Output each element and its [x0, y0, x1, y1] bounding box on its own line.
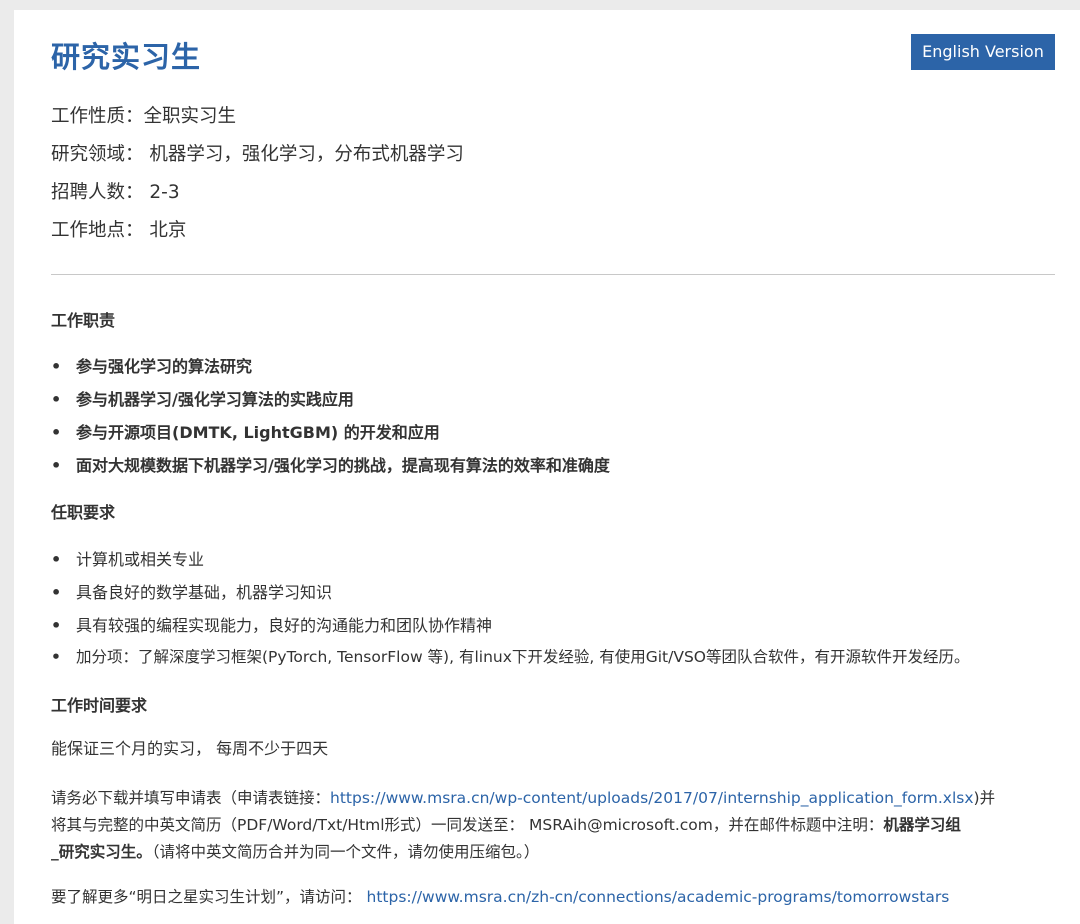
apply-text: 将其与完整的中英文简历（PDF/Word/Txt/Html形式）一同发送至： M… — [51, 816, 884, 834]
tomorrowstars-link[interactable]: https://www.msra.cn/zh-cn/connections/ac… — [367, 888, 950, 906]
responsibility-text: 参与开源项目(DMTK, LightGBM) 的开发和应用 — [76, 423, 440, 442]
more-info-paragraph: 要了解更多“明日之星实习生计划”，请访问： https://www.msra.c… — [51, 884, 949, 911]
english-version-button[interactable]: English Version — [911, 34, 1055, 70]
more-info-text: 要了解更多“明日之星实习生计划”，请访问： — [51, 888, 367, 906]
application-form-link[interactable]: https://www.msra.cn/wp-content/uploads/2… — [330, 789, 974, 807]
requirement-text: 具有较强的编程实现能力，良好的沟通能力和团队协作精神 — [76, 616, 493, 635]
list-item: • 具备良好的数学基础，机器学习知识 — [51, 579, 332, 603]
requirement-text: 具备良好的数学基础，机器学习知识 — [76, 583, 333, 602]
responsibility-text: 面对大规模数据下机器学习/强化学习的挑战，提高现有算法的效率和准确度 — [76, 456, 610, 475]
list-item: • 计算机或相关专业 — [51, 546, 204, 570]
list-item: • 参与强化学习的算法研究 — [51, 353, 252, 377]
schedule-text: 能保证三个月的实习， 每周不少于四天 — [51, 739, 329, 758]
apply-subject-emphasis: _研究实习生。 — [51, 843, 152, 861]
bullet-icon: • — [51, 390, 62, 409]
apply-line-3: _研究实习生。（请将中英文简历合并为同一个文件，请勿使用压缩包。） — [51, 839, 995, 866]
bullet-icon: • — [51, 357, 62, 376]
bullet-icon: • — [51, 423, 62, 442]
bullet-icon: • — [51, 456, 62, 475]
apply-line-1: 请务必下载并填写申请表（申请表链接：https://www.msra.cn/wp… — [51, 785, 995, 812]
divider — [51, 274, 1055, 275]
apply-text: （请将中英文简历合并为同一个文件，请勿使用压缩包。） — [151, 843, 540, 861]
responsibility-text: 参与机器学习/强化学习算法的实践应用 — [76, 390, 354, 409]
apply-subject-emphasis: 机器学习组 — [883, 816, 961, 834]
bullet-icon: • — [51, 583, 62, 602]
schedule-heading: 工作时间要求 — [51, 696, 148, 715]
requirement-text: 加分项：了解深度学习框架(PyTorch, TensorFlow 等), 有li… — [76, 648, 970, 666]
headcount: 招聘人数： 2-3 — [51, 182, 180, 203]
apply-paragraph: 请务必下载并填写申请表（申请表链接：https://www.msra.cn/wp… — [51, 785, 995, 866]
page-title: 研究实习生 — [51, 40, 202, 74]
research-field: 研究领域： 机器学习，强化学习，分布式机器学习 — [51, 144, 464, 165]
list-item: • 加分项：了解深度学习框架(PyTorch, TensorFlow 等), 有l… — [51, 645, 970, 667]
bullet-icon: • — [51, 616, 62, 635]
bullet-icon: • — [51, 550, 62, 569]
list-item: • 具有较强的编程实现能力，良好的沟通能力和团队协作精神 — [51, 612, 492, 636]
requirement-text: 计算机或相关专业 — [76, 550, 205, 569]
requirements-heading: 任职要求 — [51, 503, 116, 522]
list-item: • 参与机器学习/强化学习算法的实践应用 — [51, 386, 354, 410]
list-item: • 面对大规模数据下机器学习/强化学习的挑战，提高现有算法的效率和准确度 — [51, 452, 610, 476]
responsibility-text: 参与强化学习的算法研究 — [76, 357, 253, 376]
apply-text: )并 — [973, 789, 996, 807]
bullet-icon: • — [51, 648, 61, 666]
list-item: • 参与开源项目(DMTK, LightGBM) 的开发和应用 — [51, 419, 440, 443]
apply-text: 请务必下载并填写申请表（申请表链接： — [51, 789, 331, 807]
responsibilities-heading: 工作职责 — [51, 311, 116, 330]
job-posting-card: 研究实习生 English Version 工作性质：全职实习生 研究领域： 机… — [14, 10, 1080, 924]
job-type: 工作性质：全职实习生 — [51, 106, 237, 127]
location: 工作地点： 北京 — [51, 220, 187, 241]
apply-line-2: 将其与完整的中英文简历（PDF/Word/Txt/Html形式）一同发送至： M… — [51, 812, 995, 839]
